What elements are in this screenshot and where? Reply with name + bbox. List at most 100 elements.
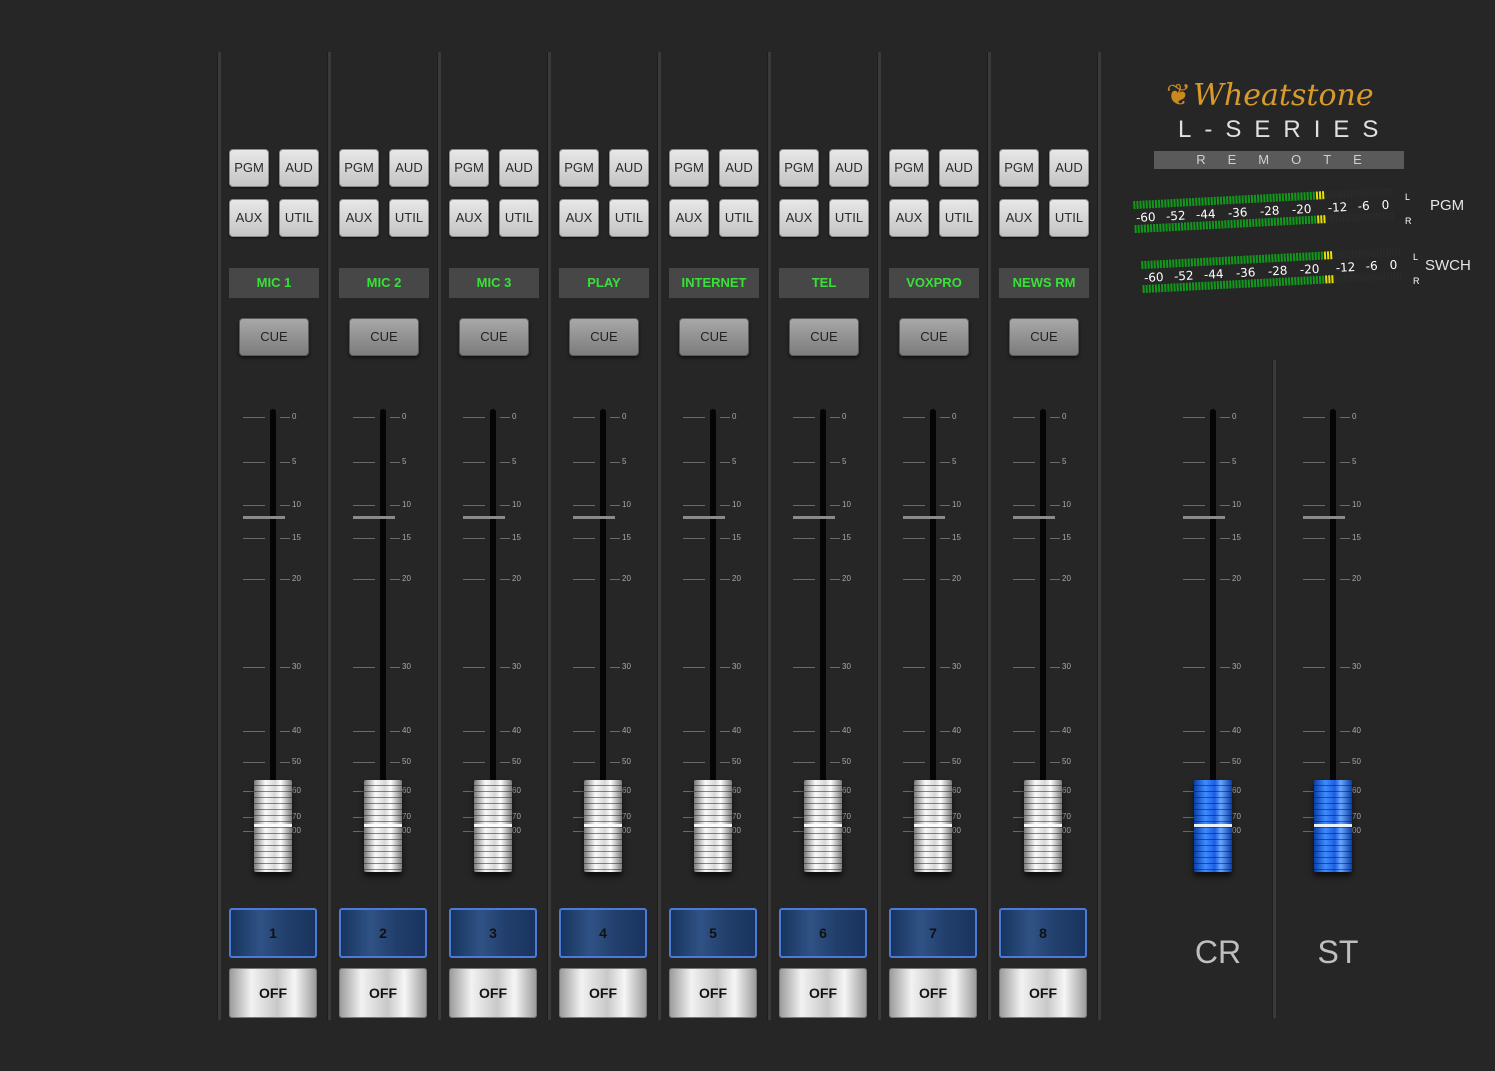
- fader-tick: [830, 417, 840, 418]
- fader-tick: [243, 667, 265, 668]
- cue-button[interactable]: CUE: [569, 318, 639, 356]
- fader-scale-label: 60: [622, 786, 631, 795]
- meter-segment: [1174, 222, 1178, 231]
- cue-button[interactable]: CUE: [789, 318, 859, 356]
- meter-segment: [1145, 200, 1148, 209]
- util-bus-button[interactable]: UTIL: [829, 199, 869, 237]
- channel-off-button[interactable]: OFF: [559, 968, 647, 1018]
- master-fader-knob[interactable]: [1194, 780, 1232, 872]
- fader-tick: [1050, 462, 1060, 463]
- pgm-bus-button[interactable]: PGM: [669, 149, 709, 187]
- fader-knob[interactable]: [254, 780, 292, 872]
- util-bus-button[interactable]: UTIL: [609, 199, 649, 237]
- channel-off-button[interactable]: OFF: [779, 968, 867, 1018]
- aud-bus-button[interactable]: AUD: [1049, 149, 1089, 187]
- fader-knob[interactable]: [584, 780, 622, 872]
- fader-tick: [243, 538, 265, 539]
- util-bus-button[interactable]: UTIL: [389, 199, 429, 237]
- aux-bus-button[interactable]: AUX: [669, 199, 709, 237]
- fader-tick: [720, 579, 730, 580]
- pgm-bus-button[interactable]: PGM: [559, 149, 599, 187]
- cue-button[interactable]: CUE: [349, 318, 419, 356]
- channel-off-button[interactable]: OFF: [889, 968, 977, 1018]
- cue-button[interactable]: CUE: [1009, 318, 1079, 356]
- meter-segment: [1148, 200, 1152, 209]
- channel-number-button[interactable]: 1: [229, 908, 317, 958]
- master-label: CR: [1194, 934, 1242, 970]
- pgm-bus-button[interactable]: PGM: [779, 149, 819, 187]
- aux-bus-button[interactable]: AUX: [779, 199, 819, 237]
- util-bus-button[interactable]: UTIL: [499, 199, 539, 237]
- meter-segment: [1287, 192, 1291, 202]
- aud-bus-button[interactable]: AUD: [609, 149, 649, 187]
- fader-tick: [1340, 579, 1350, 580]
- channel-number-button[interactable]: 6: [779, 908, 867, 958]
- cue-button[interactable]: CUE: [899, 318, 969, 356]
- fader-tick: [903, 667, 925, 668]
- channel-off-button[interactable]: OFF: [999, 968, 1087, 1018]
- channel-number-button[interactable]: 3: [449, 908, 537, 958]
- meter-segment: [1161, 199, 1164, 208]
- fader-knob[interactable]: [474, 780, 512, 872]
- aud-bus-button[interactable]: AUD: [499, 149, 539, 187]
- util-bus-button[interactable]: UTIL: [719, 199, 759, 237]
- fader-tick: [573, 667, 595, 668]
- pgm-bus-button[interactable]: PGM: [889, 149, 929, 187]
- channel-number-button[interactable]: 7: [889, 908, 977, 958]
- fader-tick: [830, 505, 840, 506]
- pgm-bus-button[interactable]: PGM: [999, 149, 1039, 187]
- aux-bus-button[interactable]: AUX: [559, 199, 599, 237]
- channel-off-button[interactable]: OFF: [669, 968, 757, 1018]
- fader-knob[interactable]: [694, 780, 732, 872]
- fader-tick: [1340, 731, 1350, 732]
- channel-strip: PGM AUD AUX UTIL PLAY CUE 0 5 10 15 20 30 40 50 60 70 00…: [548, 52, 658, 1020]
- fader-scale-label: 50: [732, 757, 741, 766]
- fader-knob[interactable]: [804, 780, 842, 872]
- fader-knob[interactable]: [914, 780, 952, 872]
- util-bus-button[interactable]: UTIL: [279, 199, 319, 237]
- pgm-bus-button[interactable]: PGM: [229, 149, 269, 187]
- fader-tick: [683, 505, 705, 506]
- channel-number-button[interactable]: 5: [669, 908, 757, 958]
- channel-number-button[interactable]: 8: [999, 908, 1087, 958]
- fader-scale-label: 00: [732, 826, 741, 835]
- channel-strip: PGM AUD AUX UTIL MIC 3 CUE 0 5 10 15 20 30 40 50 60 70 0…: [438, 52, 548, 1020]
- fader-tick: [1340, 462, 1350, 463]
- aud-bus-button[interactable]: AUD: [389, 149, 429, 187]
- fader-tick: [1013, 762, 1035, 763]
- fader-tick: [1183, 731, 1205, 732]
- cue-button[interactable]: CUE: [239, 318, 309, 356]
- util-bus-button[interactable]: UTIL: [939, 199, 979, 237]
- fader-scale-label: 15: [1352, 533, 1361, 542]
- fader-scale-label: 50: [952, 757, 961, 766]
- cue-button[interactable]: CUE: [679, 318, 749, 356]
- pgm-bus-button[interactable]: PGM: [449, 149, 489, 187]
- fader-knob-line: [364, 824, 402, 827]
- util-bus-button[interactable]: UTIL: [1049, 199, 1089, 237]
- aud-bus-button[interactable]: AUD: [939, 149, 979, 187]
- cue-button[interactable]: CUE: [459, 318, 529, 356]
- aux-bus-button[interactable]: AUX: [449, 199, 489, 237]
- aux-bus-button[interactable]: AUX: [999, 199, 1039, 237]
- fader-knob[interactable]: [1024, 780, 1062, 872]
- aux-bus-button[interactable]: AUX: [229, 199, 269, 237]
- pgm-bus-button[interactable]: PGM: [339, 149, 379, 187]
- channel-number-button[interactable]: 4: [559, 908, 647, 958]
- fader-scale-label: 15: [1062, 533, 1071, 542]
- fader-scale-label: 00: [1352, 826, 1361, 835]
- channel-number-button[interactable]: 2: [339, 908, 427, 958]
- aux-bus-button[interactable]: AUX: [339, 199, 379, 237]
- fader-scale-label: 30: [512, 662, 521, 671]
- fader-tick: [1183, 505, 1205, 506]
- aud-bus-button[interactable]: AUD: [279, 149, 319, 187]
- aux-bus-button[interactable]: AUX: [889, 199, 929, 237]
- aud-bus-button[interactable]: AUD: [719, 149, 759, 187]
- master-fader-knob[interactable]: [1314, 780, 1352, 872]
- channel-off-button[interactable]: OFF: [229, 968, 317, 1018]
- channel-off-button[interactable]: OFF: [449, 968, 537, 1018]
- channel-off-button[interactable]: OFF: [339, 968, 427, 1018]
- fader-tick: [830, 731, 840, 732]
- aud-bus-button[interactable]: AUD: [829, 149, 869, 187]
- fader-knob[interactable]: [364, 780, 402, 872]
- fader-tick: [610, 462, 620, 463]
